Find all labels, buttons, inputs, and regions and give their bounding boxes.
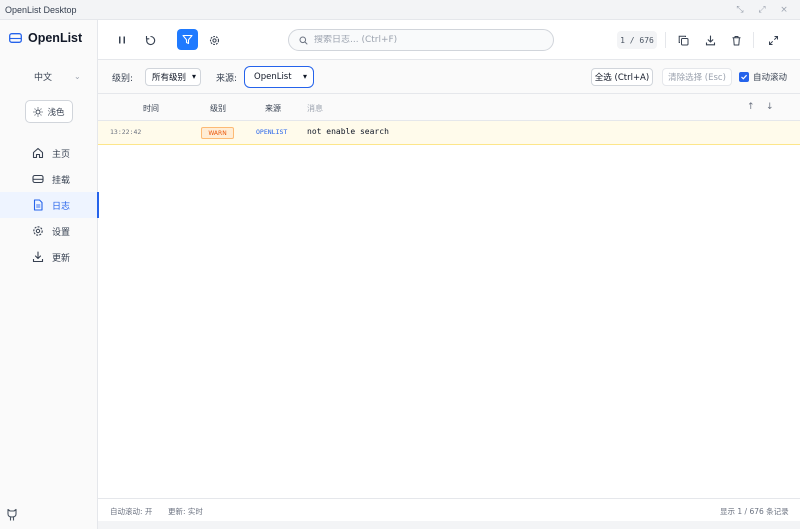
sidebar-item-label: 设置 (52, 227, 71, 238)
maximize-icon[interactable]: ⤢ (756, 5, 768, 15)
home-icon (32, 147, 44, 159)
level-select-value: 所有级别 (152, 73, 187, 83)
status-bar: 自动滚动: 开 更新: 实时 显示 1 / 676 条记录 (98, 498, 800, 521)
sun-icon (33, 106, 44, 117)
arrow-down-icon[interactable]: ↓ (766, 102, 774, 112)
brand[interactable]: OpenList (9, 31, 82, 45)
search-input[interactable] (314, 35, 534, 45)
toolbar-divider (753, 32, 754, 48)
sidebar-item-logs[interactable]: 日志 (0, 192, 99, 218)
sidebar-item-settings[interactable]: 设置 (0, 218, 98, 244)
github-icon[interactable] (6, 508, 18, 522)
window-title: OpenList Desktop (5, 4, 77, 15)
language-label: 中文 (34, 73, 53, 83)
document-icon (33, 199, 43, 211)
log-source: OPENLIST (256, 128, 288, 136)
column-header-level[interactable]: 级别 (210, 103, 226, 114)
sidebar-item-label: 主页 (52, 149, 71, 160)
sidebar-item-label: 挂载 (52, 175, 71, 186)
arrow-up-icon[interactable]: ↑ (747, 102, 755, 112)
log-level-badge: WARN (201, 127, 234, 139)
match-counter: 1 / 676 (617, 31, 657, 49)
close-icon[interactable]: × (778, 5, 790, 15)
filter-icon (182, 34, 193, 45)
auto-scroll-label: 自动滚动 (753, 73, 788, 83)
clear-selection-button[interactable]: 清除选择 (Esc) (662, 68, 732, 86)
toolbar-divider (665, 32, 666, 48)
filter-button[interactable] (177, 29, 198, 50)
minimize-icon[interactable]: ⤡ (734, 5, 746, 15)
column-header-source[interactable]: 来源 (265, 103, 281, 114)
sidebar-item-mount[interactable]: 挂载 (0, 166, 98, 192)
chevron-down-icon: ▾ (302, 72, 307, 81)
window-controls: ⤡ ⤢ × (734, 5, 800, 15)
chevron-down-icon: ⌄ (74, 72, 81, 81)
table-row[interactable]: 13:22:42 WARN OPENLIST not enable search (98, 121, 800, 145)
expand-icon[interactable] (765, 32, 781, 48)
pause-icon[interactable] (114, 32, 130, 48)
level-filter-label: 级别: (112, 74, 134, 84)
search-box[interactable] (288, 29, 554, 51)
source-filter-label: 来源: (216, 74, 238, 84)
source-select-value: OpenList (254, 72, 292, 82)
trash-icon[interactable] (728, 32, 744, 48)
chevron-down-icon: ▾ (191, 72, 196, 81)
gear-icon (33, 226, 43, 236)
source-select[interactable]: OpenList ▾ (244, 66, 314, 88)
language-select[interactable]: 中文 ⌄ (34, 70, 81, 83)
copy-icon[interactable] (675, 32, 691, 48)
search-icon (299, 36, 308, 45)
sidebar-item-label: 更新 (52, 253, 71, 264)
filter-bar: 级别: 所有级别 ▾ 来源: OpenList ▾ 全选 (Ctrl+A) 清除… (98, 60, 800, 94)
column-header-time[interactable]: 时间 (143, 103, 159, 114)
title-bar: OpenList Desktop ⤡ ⤢ × (0, 0, 800, 20)
drive-logo-icon (9, 33, 22, 43)
auto-scroll-status: 自动滚动: 开 (110, 507, 153, 516)
drive-icon (32, 174, 44, 184)
log-message: not enable search (307, 127, 389, 136)
select-all-button[interactable]: 全选 (Ctrl+A) (591, 68, 653, 86)
sidebar-item-home[interactable]: 主页 (0, 140, 98, 166)
sidebar: OpenList 中文 ⌄ 浅色 主页 挂载 日志 设置 更新 (0, 20, 99, 529)
checkbox-checked-icon[interactable] (739, 72, 749, 82)
column-header-message[interactable]: 消息 (307, 103, 323, 114)
settings-gear-icon[interactable] (206, 32, 222, 48)
download-icon (32, 251, 44, 263)
log-time: 13:22:42 (110, 128, 142, 136)
export-download-icon[interactable] (702, 32, 718, 48)
sidebar-item-label: 日志 (52, 201, 71, 212)
sidebar-item-update[interactable]: 更新 (0, 244, 98, 270)
theme-toggle-button[interactable]: 浅色 (25, 100, 73, 123)
toolbar: 1 / 676 (98, 20, 800, 60)
brand-name: OpenList (28, 31, 83, 45)
level-select[interactable]: 所有级别 ▾ (145, 68, 201, 86)
sidebar-nav: 主页 挂载 日志 设置 更新 (0, 140, 99, 270)
refresh-icon[interactable] (142, 32, 158, 48)
bottom-strip (98, 521, 800, 529)
theme-label: 浅色 (47, 107, 65, 118)
auto-scroll-toggle[interactable]: 自动滚动 (739, 71, 787, 83)
update-status: 更新: 实时 (168, 507, 203, 516)
log-table-header: 时间 级别 来源 消息 ↑ ↓ (98, 94, 800, 121)
record-count: 显示 1 / 676 条记录 (720, 507, 789, 516)
